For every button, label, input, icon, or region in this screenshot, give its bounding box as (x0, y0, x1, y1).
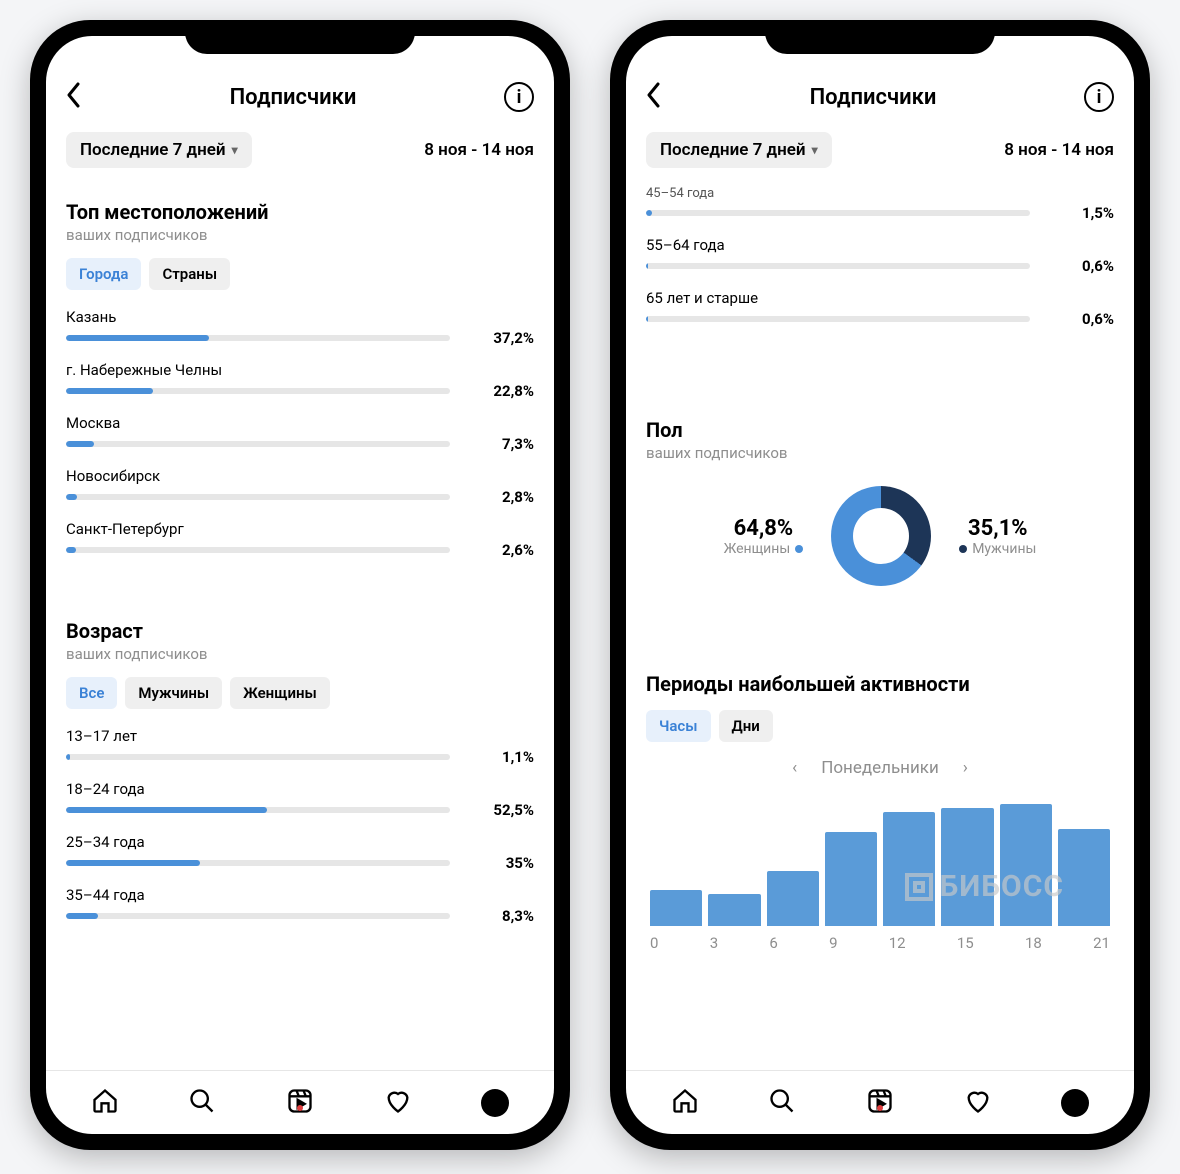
search-icon[interactable] (768, 1087, 796, 1119)
home-icon[interactable] (671, 1087, 699, 1119)
legend-dot-women (795, 545, 803, 553)
date-range: 8 ноя - 14 ноя (424, 140, 534, 160)
info-button[interactable]: i (504, 82, 534, 112)
age-row: 65 лет и старше 0,6% (646, 289, 1114, 328)
prev-day-button[interactable]: ‹ (792, 758, 797, 778)
age-row: 25–34 года 35% (66, 833, 534, 872)
chevron-down-icon: ▾ (232, 143, 238, 157)
gender-title: Пол (646, 418, 1114, 442)
page-title: Подписчики (230, 85, 357, 110)
age-row: 45–54 года 1,5% (646, 186, 1114, 222)
age-subtitle: ваших подписчиков (66, 645, 534, 663)
profile-avatar[interactable] (1061, 1089, 1089, 1117)
home-icon[interactable] (91, 1087, 119, 1119)
search-icon[interactable] (188, 1087, 216, 1119)
tab-bar (626, 1070, 1134, 1134)
phone-left: Подписчики i Последние 7 дней ▾ 8 ноя - … (30, 20, 570, 1150)
watermark: БИБОСС (905, 869, 1064, 904)
day-label: Понедельники (821, 758, 939, 778)
reels-icon[interactable] (286, 1087, 314, 1119)
notch (185, 20, 415, 54)
date-range: 8 ноя - 14 ноя (1004, 140, 1114, 160)
age-row: 35–44 года 8,3% (66, 886, 534, 925)
next-day-button[interactable]: › (963, 758, 968, 778)
tab-age-men[interactable]: Мужчины (125, 677, 222, 709)
chevron-down-icon: ▾ (812, 143, 818, 157)
location-row: Москва 7,3% (66, 414, 534, 453)
gender-women: 64,8% Женщины (724, 516, 804, 557)
activity-bar-chart (646, 796, 1114, 926)
age-title: Возраст (66, 619, 534, 643)
tab-hours[interactable]: Часы (646, 710, 711, 742)
profile-avatar[interactable] (481, 1089, 509, 1117)
back-button[interactable] (66, 82, 82, 112)
activity-axis: 0 3 6 9 12 15 18 21 (646, 934, 1114, 952)
reels-icon[interactable] (866, 1087, 894, 1119)
locations-title: Топ местоположений (66, 200, 534, 224)
period-label: Последние 7 дней (660, 140, 806, 160)
tab-countries[interactable]: Страны (149, 258, 230, 290)
heart-icon[interactable] (384, 1087, 412, 1119)
age-section: Возраст ваших подписчиков Все Мужчины Же… (66, 619, 534, 925)
location-row: Санкт-Петербург 2,6% (66, 520, 534, 559)
gender-subtitle: ваших подписчиков (646, 444, 1114, 462)
phone-right: Подписчики i Последние 7 дней ▾ 8 ноя - … (610, 20, 1150, 1150)
gender-section: Пол ваших подписчиков 64,8% Женщины 35,1… (646, 418, 1114, 602)
locations-subtitle: ваших подписчиков (66, 226, 534, 244)
heart-icon[interactable] (964, 1087, 992, 1119)
notch (765, 20, 995, 54)
back-button[interactable] (646, 82, 662, 112)
info-button[interactable]: i (1084, 82, 1114, 112)
location-row: Новосибирск 2,8% (66, 467, 534, 506)
activity-section: Периоды наибольшей активности Часы Дни ‹… (646, 672, 1114, 952)
watermark-icon (905, 873, 933, 901)
gender-men: 35,1% Мужчины (959, 516, 1036, 557)
tab-days[interactable]: Дни (719, 710, 773, 742)
locations-list: Казань 37,2% г. Набережные Челны 22,8% (66, 308, 534, 559)
gender-donut-chart (831, 486, 931, 586)
notification-dot (297, 1105, 303, 1111)
age-row: 55–64 года 0,6% (646, 236, 1114, 275)
page-title: Подписчики (810, 85, 937, 110)
tab-cities[interactable]: Города (66, 258, 141, 290)
period-label: Последние 7 дней (80, 140, 226, 160)
legend-dot-men (959, 545, 967, 553)
location-row: г. Набережные Челны 22,8% (66, 361, 534, 400)
location-row: Казань 37,2% (66, 308, 534, 347)
tab-bar (46, 1070, 554, 1134)
period-dropdown[interactable]: Последние 7 дней ▾ (66, 132, 252, 168)
activity-title: Периоды наибольшей активности (646, 672, 1114, 696)
age-row: 13–17 лет 1,1% (66, 727, 534, 766)
notification-dot (877, 1105, 883, 1111)
locations-section: Топ местоположений ваших подписчиков Гор… (66, 200, 534, 559)
age-row: 18–24 года 52,5% (66, 780, 534, 819)
period-dropdown[interactable]: Последние 7 дней ▾ (646, 132, 832, 168)
tab-age-women[interactable]: Женщины (230, 677, 330, 709)
tab-age-all[interactable]: Все (66, 677, 117, 709)
